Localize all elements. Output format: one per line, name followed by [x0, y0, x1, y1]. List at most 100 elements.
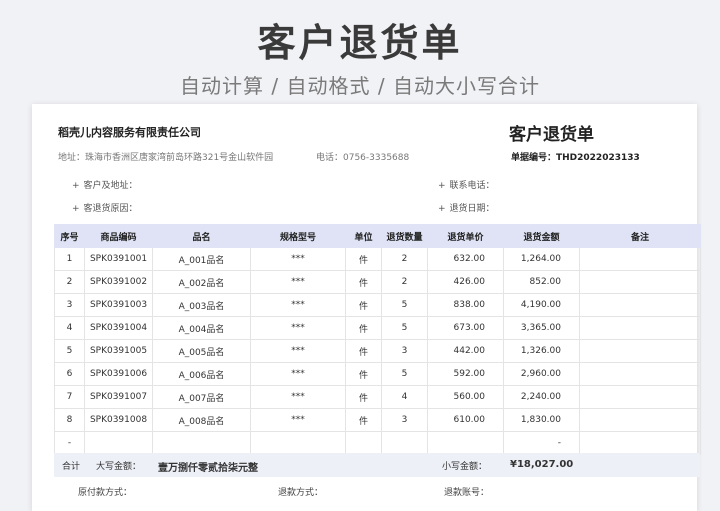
cell-amount[interactable]: 1,264.00 [503, 247, 580, 271]
cell-name[interactable]: A_003品名 [152, 293, 251, 317]
cell-amount[interactable]: 3,365.00 [503, 316, 580, 340]
cell-spec[interactable]: *** [250, 339, 346, 363]
cell-qty[interactable]: 4 [381, 385, 428, 409]
cell-index[interactable]: 1 [54, 247, 85, 271]
cell-amount[interactable]: - [503, 431, 580, 455]
cell-note[interactable] [579, 270, 701, 294]
cell-note[interactable] [579, 316, 701, 340]
cell-index[interactable]: - [54, 431, 85, 455]
cell-unit[interactable]: 件 [345, 385, 382, 409]
cell-note[interactable] [579, 362, 701, 386]
cell-index[interactable]: 3 [54, 293, 85, 317]
customer-field[interactable]: + 客户及地址： [72, 178, 138, 191]
cell-qty[interactable]: 3 [381, 408, 428, 432]
upper-amount-label: 大写金额： [96, 462, 142, 472]
table-row: 1 SPK0391001 A_001品名 *** 件 2 632.00 1,264.00 [54, 247, 701, 271]
cell-qty[interactable]: 2 [381, 270, 428, 294]
cell-name[interactable]: A_001品名 [152, 247, 251, 271]
cell-price[interactable]: 610.00 [427, 408, 504, 432]
cell-name[interactable]: A_002品名 [152, 270, 251, 294]
cell-unit[interactable]: 件 [345, 293, 382, 317]
cell-amount[interactable]: 1,326.00 [503, 339, 580, 363]
cell-price[interactable]: 838.00 [427, 293, 504, 317]
cell-index[interactable]: 4 [54, 316, 85, 340]
cell-price[interactable]: 673.00 [427, 316, 504, 340]
cell-unit[interactable]: 件 [345, 247, 382, 271]
cell-code[interactable]: SPK0391007 [84, 385, 153, 409]
cell-qty[interactable]: 5 [381, 316, 428, 340]
cell-spec[interactable]: *** [250, 362, 346, 386]
cell-amount[interactable]: 2,240.00 [503, 385, 580, 409]
table-row: 8 SPK0391008 A_008品名 *** 件 3 610.00 1,830.00 [54, 408, 701, 432]
company-address: 地址：珠海市香洲区唐家湾前岛环路321号金山软件园 [58, 153, 274, 163]
cell-name[interactable] [152, 431, 251, 455]
cell-code[interactable] [84, 431, 153, 455]
document-title: 客户退货单 [509, 125, 594, 145]
cell-name[interactable]: A_005品名 [152, 339, 251, 363]
cell-index[interactable]: 5 [54, 339, 85, 363]
cell-unit[interactable]: 件 [345, 408, 382, 432]
cell-code[interactable]: SPK0391002 [84, 270, 153, 294]
cell-price[interactable]: 592.00 [427, 362, 504, 386]
cell-amount[interactable]: 1,830.00 [503, 408, 580, 432]
cell-code[interactable]: SPK0391004 [84, 316, 153, 340]
cell-name[interactable]: A_006品名 [152, 362, 251, 386]
cell-note[interactable] [579, 339, 701, 363]
cell-amount[interactable]: 852.00 [503, 270, 580, 294]
table-row: 4 SPK0391004 A_004品名 *** 件 5 673.00 3,365.00 [54, 316, 701, 340]
cell-price[interactable] [427, 431, 504, 455]
col-header-note: 备注 [579, 224, 701, 248]
cell-name[interactable]: A_008品名 [152, 408, 251, 432]
total-label: 合计 [62, 462, 81, 472]
cell-note[interactable] [579, 247, 701, 271]
cell-qty[interactable] [381, 431, 428, 455]
cell-unit[interactable]: 件 [345, 316, 382, 340]
refund-method-label: 退款方式： [278, 488, 324, 498]
cell-spec[interactable]: *** [250, 408, 346, 432]
cell-amount[interactable]: 4,190.00 [503, 293, 580, 317]
cell-spec[interactable]: *** [250, 270, 346, 294]
cell-code[interactable]: SPK0391006 [84, 362, 153, 386]
cell-name[interactable]: A_007品名 [152, 385, 251, 409]
cell-spec[interactable]: *** [250, 247, 346, 271]
date-field[interactable]: + 退货日期： [438, 201, 495, 214]
cell-unit[interactable]: 件 [345, 339, 382, 363]
cell-name[interactable]: A_004品名 [152, 316, 251, 340]
cell-code[interactable]: SPK0391008 [84, 408, 153, 432]
company-phone: 电话：0756-3335688 [316, 153, 410, 163]
cell-code[interactable]: SPK0391003 [84, 293, 153, 317]
cell-spec[interactable]: *** [250, 316, 346, 340]
cell-unit[interactable]: 件 [345, 362, 382, 386]
cell-spec[interactable]: *** [250, 293, 346, 317]
cell-index[interactable]: 7 [54, 385, 85, 409]
cell-unit[interactable]: 件 [345, 270, 382, 294]
plus-icon: + [438, 181, 446, 191]
col-header-spec: 规格型号 [250, 224, 346, 248]
cell-index[interactable]: 6 [54, 362, 85, 386]
cell-note[interactable] [579, 293, 701, 317]
original-payment-label: 原付款方式： [78, 488, 133, 498]
cell-spec[interactable]: *** [250, 385, 346, 409]
cell-qty[interactable]: 5 [381, 293, 428, 317]
cell-note[interactable] [579, 385, 701, 409]
cell-spec[interactable] [250, 431, 346, 455]
cell-qty[interactable]: 2 [381, 247, 428, 271]
cell-code[interactable]: SPK0391001 [84, 247, 153, 271]
table-row: 5 SPK0391005 A_005品名 *** 件 3 442.00 1,326.00 [54, 339, 701, 363]
reason-field[interactable]: + 客退货原因： [72, 201, 138, 214]
company-name: 稻壳儿内容服务有限责任公司 [58, 126, 201, 139]
cell-price[interactable]: 442.00 [427, 339, 504, 363]
cell-index[interactable]: 8 [54, 408, 85, 432]
cell-price[interactable]: 632.00 [427, 247, 504, 271]
cell-qty[interactable]: 3 [381, 339, 428, 363]
cell-price[interactable]: 560.00 [427, 385, 504, 409]
cell-index[interactable]: 2 [54, 270, 85, 294]
cell-unit[interactable] [345, 431, 382, 455]
cell-price[interactable]: 426.00 [427, 270, 504, 294]
contact-field[interactable]: + 联系电话： [438, 178, 495, 191]
cell-qty[interactable]: 5 [381, 362, 428, 386]
cell-amount[interactable]: 2,960.00 [503, 362, 580, 386]
cell-note[interactable] [579, 431, 701, 455]
cell-note[interactable] [579, 408, 701, 432]
cell-code[interactable]: SPK0391005 [84, 339, 153, 363]
